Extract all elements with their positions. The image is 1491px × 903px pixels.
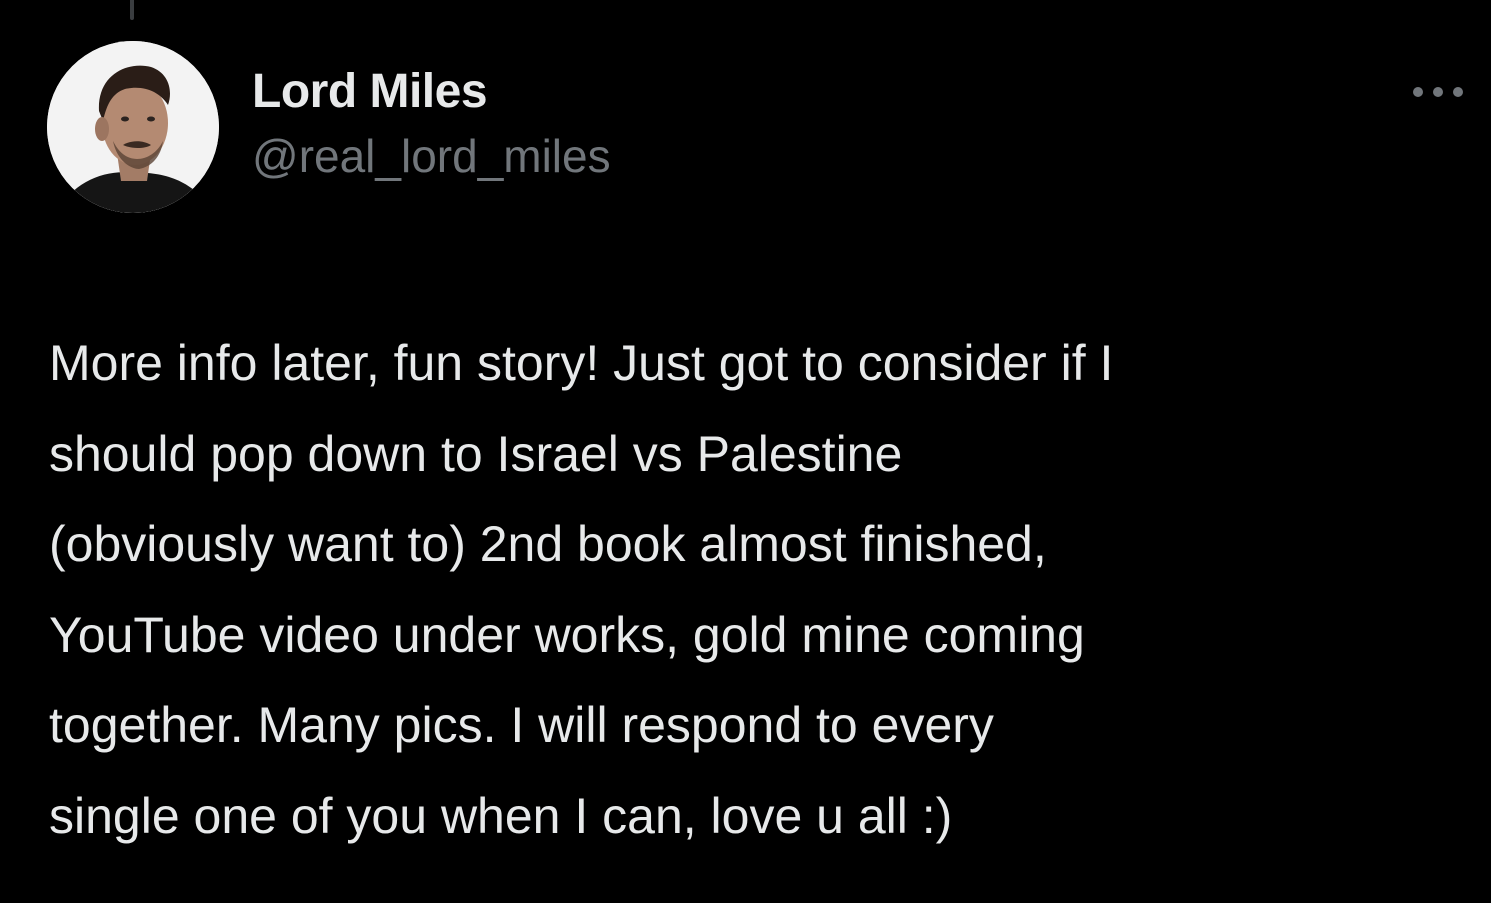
tweet-text-line: (obviously want to) 2nd book almost fini… xyxy=(49,516,1047,572)
tweet-header: Lord Miles @real_lord_miles xyxy=(252,62,611,186)
tweet-text-line: YouTube video under works, gold mine com… xyxy=(49,606,1085,663)
more-horizontal-icon xyxy=(1413,87,1463,97)
tweet-text-line: single one of you when I can, love u all… xyxy=(49,787,953,844)
more-options-button[interactable] xyxy=(1400,72,1476,112)
author-display-name[interactable]: Lord Miles xyxy=(252,62,611,122)
avatar-photo-icon xyxy=(47,41,219,213)
tweet-text-line: should pop down to Israel vs Palestine xyxy=(49,425,903,482)
thread-connector-line xyxy=(130,0,134,20)
tweet-body: More info later, fun story! Just got to … xyxy=(49,318,1469,861)
tweet-text-line: together. Many pics. I will respond to e… xyxy=(49,697,994,753)
avatar[interactable] xyxy=(47,41,219,213)
author-handle[interactable]: @real_lord_miles xyxy=(252,126,611,186)
tweet-text-line: More info later, fun story! Just got to … xyxy=(49,335,1114,391)
